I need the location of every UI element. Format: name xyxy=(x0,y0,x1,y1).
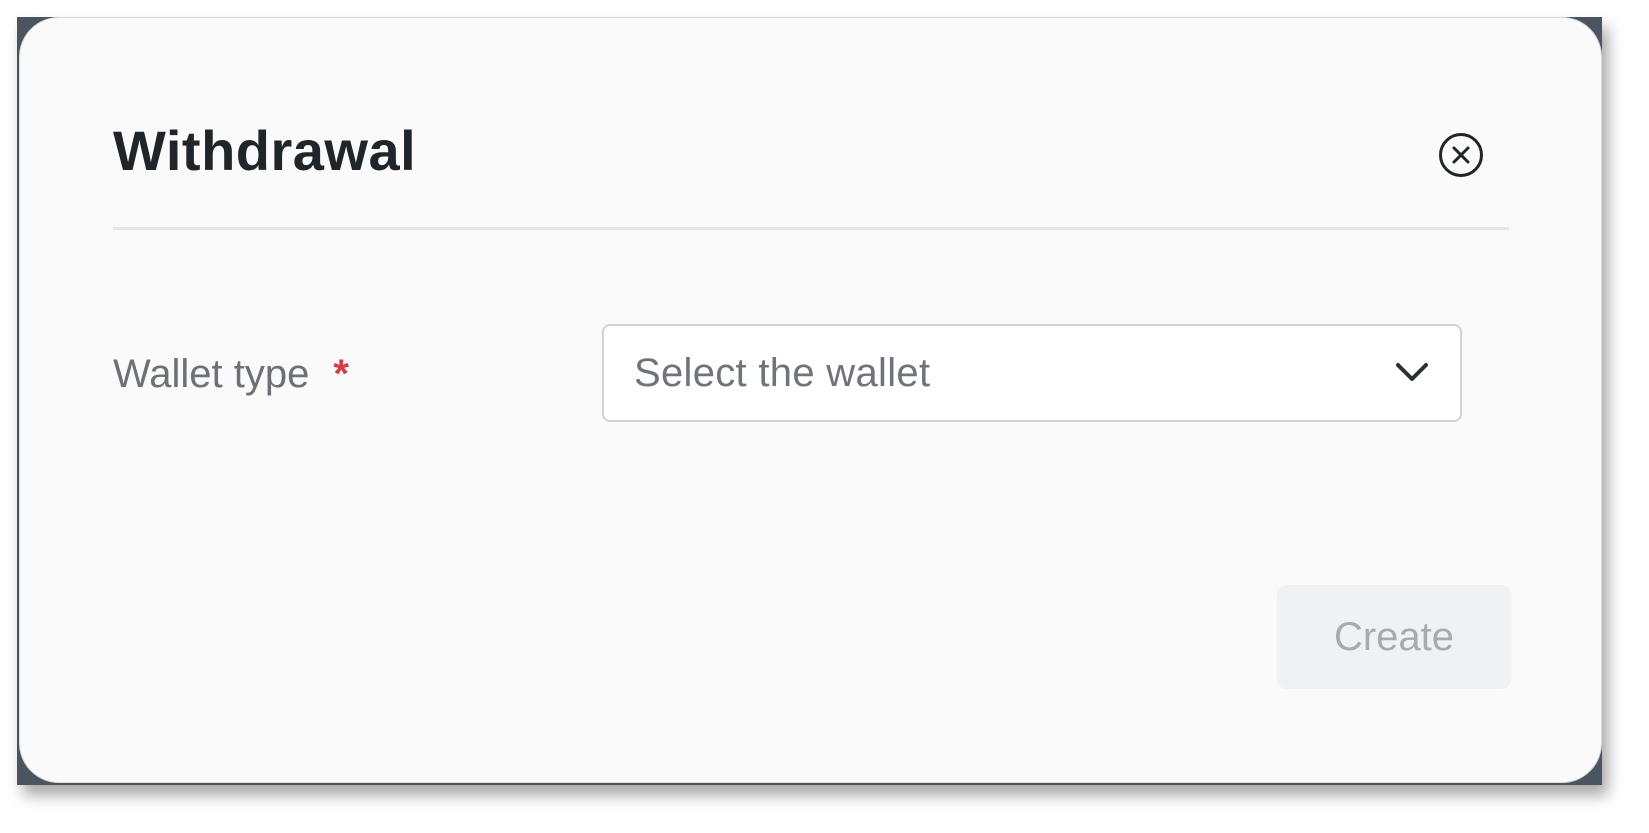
wallet-type-label: Wallet type * xyxy=(113,354,349,394)
wallet-type-label-text: Wallet type xyxy=(113,352,310,396)
withdrawal-modal: Withdrawal Wallet type * Select the walle… xyxy=(19,17,1602,783)
wallet-select-placeholder: Select the wallet xyxy=(634,351,931,395)
required-marker: * xyxy=(333,352,349,396)
modal-title: Withdrawal xyxy=(113,119,417,182)
close-circle-icon xyxy=(1439,133,1483,177)
wallet-select[interactable]: Select the wallet xyxy=(602,324,1462,422)
close-button[interactable] xyxy=(1438,132,1484,178)
chevron-down-icon xyxy=(1396,363,1428,381)
create-button[interactable]: Create xyxy=(1277,585,1511,689)
header-divider xyxy=(113,227,1509,230)
